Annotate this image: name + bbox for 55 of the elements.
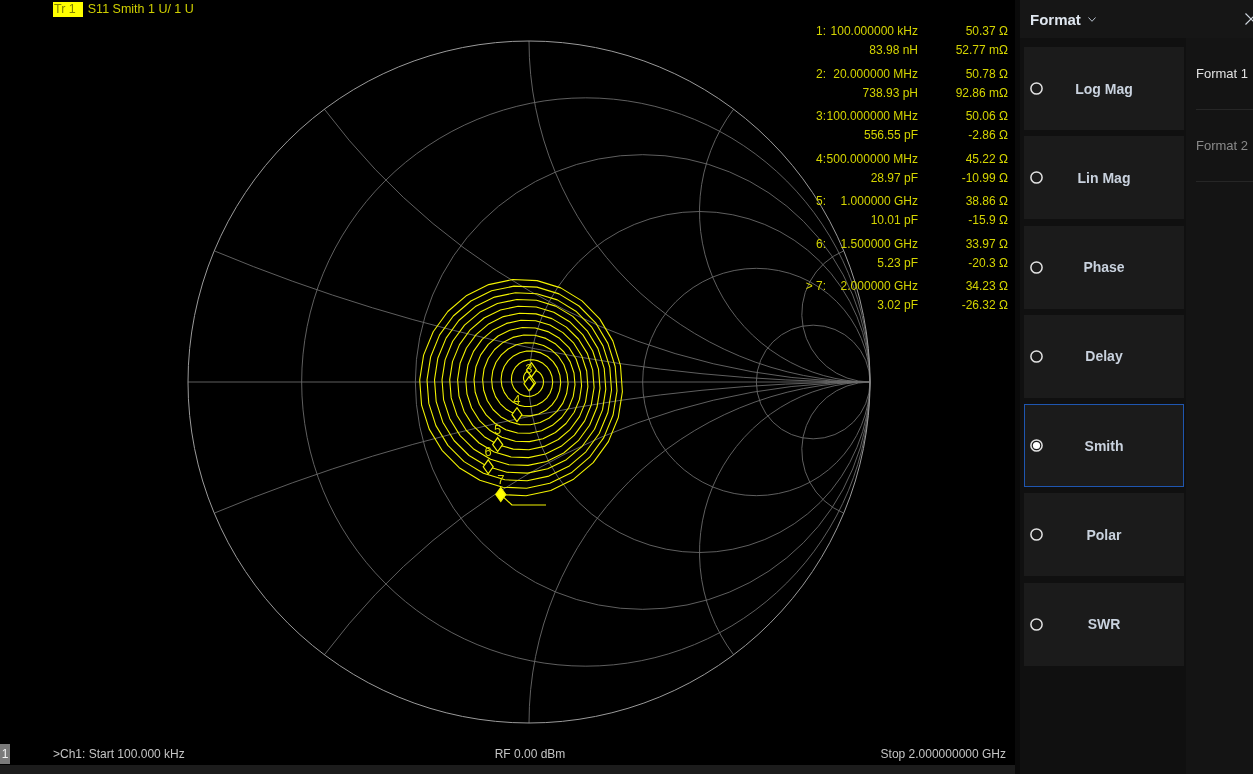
marker-id: 5: — [816, 193, 826, 210]
marker-equivalent-value: 83.98 nH — [869, 42, 918, 59]
marker-frequency: 2.000000 GHz — [840, 278, 918, 295]
format-option[interactable]: Delay — [1024, 314, 1184, 398]
marker-equivalent-value: 10.01 pF — [870, 212, 918, 229]
marker-id: 6: — [816, 235, 826, 253]
marker-reactance: -15.9 Ω — [968, 212, 1008, 229]
format-option[interactable]: Log Mag — [1024, 47, 1184, 130]
marker-frequency: 20.000000 MHz — [833, 65, 918, 83]
marker-reactance: -10.99 Ω — [961, 169, 1008, 187]
marker-frequency: 100.000000 MHz — [826, 108, 918, 125]
marker-resistance: 50.78 Ω — [965, 65, 1008, 83]
chevron-down-icon — [1087, 16, 1096, 22]
format-tab[interactable]: Format 1 — [1196, 38, 1253, 110]
marker-resistance: 50.06 Ω — [965, 108, 1008, 125]
marker-resistance: 50.37 Ω — [965, 23, 1008, 40]
marker-equivalent-value: 738.93 pH — [862, 84, 918, 102]
close-icon[interactable] — [1245, 13, 1253, 25]
format-dropdown[interactable]: Format — [1030, 10, 1096, 28]
marker-resistance: 45.22 Ω — [965, 150, 1008, 168]
marker-id: 4: — [816, 150, 826, 168]
format-option[interactable]: Lin Mag — [1024, 136, 1184, 220]
marker-equivalent-value: 556.55 pF — [863, 127, 918, 144]
format-tab[interactable]: Format 2 — [1196, 110, 1253, 182]
marker-reactance: -2.86 Ω — [968, 127, 1008, 144]
marker-frequency: 100.000000 kHz — [830, 23, 918, 40]
marker-reactance: -26.32 Ω — [961, 297, 1008, 314]
rf-power: RF 0.00 dBm — [494, 747, 566, 761]
trace-label[interactable]: Tr 1 — [53, 2, 83, 17]
marker-reactance: -20.3 Ω — [968, 254, 1008, 272]
marker-equivalent-value: 5.23 pF — [877, 254, 918, 272]
format-option[interactable]: Phase — [1024, 225, 1184, 309]
marker-id: 2: — [816, 65, 826, 83]
marker-label: 5 — [494, 421, 502, 437]
marker-resistance: 33.97 Ω — [965, 235, 1008, 253]
marker-id: > 7: — [805, 278, 826, 295]
marker-frequency: 500.000000 MHz — [826, 150, 918, 168]
start-frequency: >Ch1: Start 100.000 kHz — [52, 747, 185, 761]
format-option[interactable]: SWR — [1024, 582, 1184, 666]
marker-resistance: 34.23 Ω — [965, 278, 1008, 295]
marker-frequency: 1.500000 GHz — [840, 235, 918, 253]
marker-id: 3: — [816, 108, 826, 125]
stop-frequency: Stop 2.000000000 GHz — [880, 747, 1007, 761]
trace-description: S11 Smith 1 U/ 1 U — [87, 2, 194, 17]
marker-reactance: 52.77 mΩ — [955, 42, 1008, 59]
marker-reactance: 92.86 mΩ — [955, 84, 1008, 102]
marker-equivalent-value: 28.97 pF — [870, 169, 918, 187]
marker-label: 4 — [513, 391, 521, 407]
channel-badge: 1 — [0, 744, 10, 764]
marker-resistance: 38.86 Ω — [965, 193, 1008, 210]
marker-id: 1: — [816, 23, 826, 40]
marker-equivalent-value: 3.02 pF — [877, 297, 918, 314]
marker-frequency: 1.000000 GHz — [840, 193, 918, 210]
format-option[interactable]: Smith — [1024, 404, 1184, 488]
format-option[interactable]: Polar — [1024, 493, 1184, 577]
